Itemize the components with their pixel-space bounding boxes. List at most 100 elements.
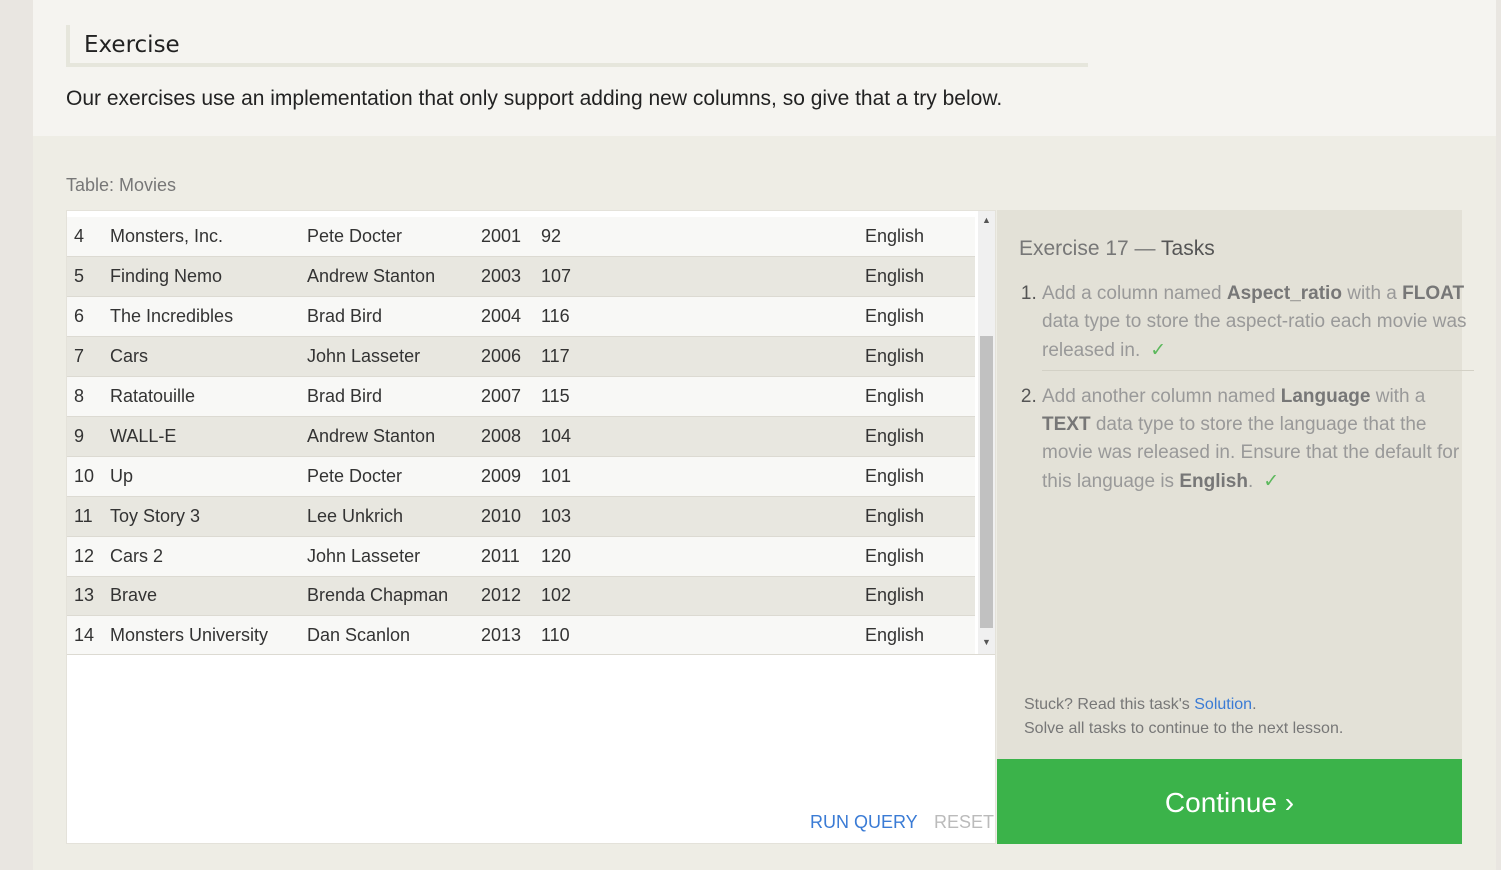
table-row: 5 Finding Nemo Andrew Stanton 2003 107 Englis… <box>67 256 975 298</box>
cell-title: Up <box>110 456 307 497</box>
cell-id: 7 <box>67 336 110 378</box>
exercise-workspace: Table: Movies 4 Monsters, Inc. Pete Docter… <box>33 136 1496 870</box>
cell-language: English <box>865 615 975 654</box>
table-row: 10 Up Pete Docter 2009 101 English <box>67 456 975 497</box>
tasks-title: Exercise 17 — Tasks <box>1019 237 1215 261</box>
cell-year: 2011 <box>481 536 541 577</box>
checkmark-icon: ✓ <box>1263 470 1280 492</box>
scroll-thumb[interactable] <box>980 336 993 628</box>
cell-year: 2006 <box>481 336 541 378</box>
exercise-heading-text: Exercise <box>84 32 180 58</box>
table-row: 9 WALL-E Andrew Stanton 2008 104 English <box>67 416 975 457</box>
cell-language: English <box>865 336 975 378</box>
cell-id: 12 <box>67 536 110 577</box>
cell-id: 4 <box>67 217 110 258</box>
cell-director: Brad Bird <box>307 296 481 338</box>
task-1-text: Add a column named <box>1042 283 1227 304</box>
cell-title: Toy Story 3 <box>110 496 307 537</box>
run-query-button[interactable]: RUN QUERY <box>810 812 918 833</box>
cell-director: Brenda Chapman <box>307 576 481 617</box>
cell-director: Dan Scanlon <box>307 615 481 654</box>
table-row: 14 Monsters University Dan Scanlon 2013 110 E… <box>67 615 975 654</box>
task-2-column-name: Language <box>1280 385 1371 407</box>
cell-language: English <box>865 296 975 338</box>
cell-id: 13 <box>67 576 110 617</box>
cell-language: English <box>865 456 975 497</box>
cell-year: 2013 <box>481 615 541 654</box>
task-1-text-middle: with a <box>1341 283 1403 304</box>
cell-year: 2008 <box>481 416 541 457</box>
cell-length: 110 <box>541 615 865 654</box>
task-2-default-value: English <box>1179 470 1248 492</box>
cell-director: John Lasseter <box>307 536 481 577</box>
cell-length: 92 <box>541 217 865 258</box>
cell-title: Finding Nemo <box>110 256 307 298</box>
query-panel: 4 Monsters, Inc. Pete Docter 2001 92 English 5… <box>66 210 996 844</box>
cell-id: 6 <box>67 296 110 338</box>
cell-language: English <box>865 536 975 577</box>
cell-language: English <box>865 576 975 617</box>
continue-button[interactable]: Continue › <box>997 759 1462 844</box>
cell-length: 104 <box>541 416 865 457</box>
lesson-page: Exercise Our exercises use an implementa… <box>33 0 1496 870</box>
cell-length: 115 <box>541 376 865 417</box>
cell-title: Monsters University <box>110 615 307 654</box>
cell-title: WALL-E <box>110 416 307 457</box>
cell-director: Andrew Stanton <box>307 416 481 457</box>
movies-table: 4 Monsters, Inc. Pete Docter 2001 92 English 5… <box>67 217 975 654</box>
cell-director: Andrew Stanton <box>307 256 481 298</box>
table-row: 12 Cars 2 John Lasseter 2011 120 English <box>67 536 975 577</box>
cell-id: 11 <box>67 496 110 537</box>
exercise-intro: Our exercises use an implementation that… <box>66 87 1003 110</box>
table-scrollbar[interactable]: ▲ ▼ <box>978 211 995 654</box>
table-row: 13 Brave Brenda Chapman 2012 102 English <box>67 576 975 617</box>
task-2-data-type: TEXT <box>1042 414 1091 436</box>
cell-length: 101 <box>541 456 865 497</box>
task-list: Add a column named Aspect_ratio with a F… <box>1019 278 1474 501</box>
cell-year: 2007 <box>481 376 541 417</box>
cell-id: 14 <box>67 615 110 654</box>
cell-length: 117 <box>541 336 865 378</box>
task-2-text-end: . <box>1247 470 1254 492</box>
cell-length: 120 <box>541 536 865 577</box>
cell-director: John Lasseter <box>307 336 481 378</box>
table-row: 7 Cars John Lasseter 2006 117 English <box>67 336 975 378</box>
cell-year: 2001 <box>481 217 541 258</box>
cell-director: Lee Unkrich <box>307 496 481 537</box>
stuck-text-suffix: . <box>1252 696 1257 713</box>
cell-id: 10 <box>67 456 110 497</box>
cell-language: English <box>865 256 975 298</box>
cell-title: Cars <box>110 336 307 378</box>
stuck-help: Stuck? Read this task's Solution. Solve … <box>1024 693 1343 741</box>
table-row: 6 The Incredibles Brad Bird 2004 116 English <box>67 296 975 338</box>
cell-title: The Incredibles <box>110 296 307 338</box>
tasks-title-prefix: Exercise 17 — <box>1019 237 1162 260</box>
scroll-up-arrow-icon[interactable]: ▲ <box>978 213 995 227</box>
cell-language: English <box>865 376 975 417</box>
cell-title: Ratatouille <box>110 376 307 417</box>
table-row: 11 Toy Story 3 Lee Unkrich 2010 103 English <box>67 496 975 537</box>
cell-id: 9 <box>67 416 110 457</box>
scroll-down-arrow-icon[interactable]: ▼ <box>978 635 995 649</box>
results-table-viewport[interactable]: 4 Monsters, Inc. Pete Docter 2001 92 English 5… <box>67 211 995 655</box>
cell-length: 102 <box>541 576 865 617</box>
cell-language: English <box>865 496 975 537</box>
solution-link[interactable]: Solution <box>1194 696 1252 713</box>
cell-year: 2004 <box>481 296 541 338</box>
cell-director: Brad Bird <box>307 376 481 417</box>
reset-button[interactable]: RESET <box>934 812 994 833</box>
table-row: 4 Monsters, Inc. Pete Docter 2001 92 English <box>67 217 975 258</box>
table-row: 8 Ratatouille Brad Bird 2007 115 English <box>67 376 975 417</box>
cell-length: 116 <box>541 296 865 338</box>
task-item-2: Add another column named Language with a… <box>1042 381 1474 501</box>
task-2-text-middle: with a <box>1370 385 1426 407</box>
cell-year: 2010 <box>481 496 541 537</box>
cell-length: 103 <box>541 496 865 537</box>
task-item-1: Add a column named Aspect_ratio with a F… <box>1042 278 1474 371</box>
cell-year: 2012 <box>481 576 541 617</box>
table-label: Table: Movies <box>66 175 177 195</box>
cell-director: Pete Docter <box>307 456 481 497</box>
cell-language: English <box>865 416 975 457</box>
cell-title: Cars 2 <box>110 536 307 577</box>
solve-all-text: Solve all tasks to continue to the next … <box>1024 720 1344 737</box>
